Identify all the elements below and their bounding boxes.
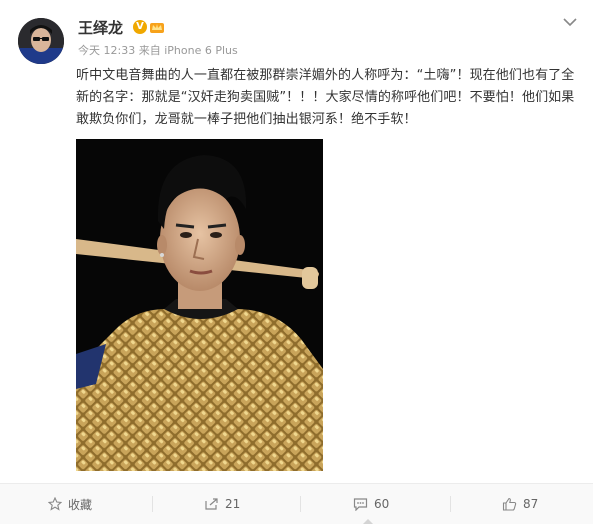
crown-icon (150, 23, 164, 33)
like-count: 87 (523, 497, 539, 511)
like-button[interactable]: 87 (502, 484, 538, 524)
favorite-label: 收藏 (68, 497, 93, 512)
like-icon (502, 497, 517, 511)
comment-icon (353, 498, 368, 511)
comment-active-indicator (362, 519, 374, 524)
timestamp[interactable]: 今天 12:33 (78, 44, 135, 57)
comment-button[interactable]: 60 (353, 484, 389, 524)
favorite-button[interactable]: 收藏 (48, 484, 92, 524)
source-prefix: 来自 (138, 44, 161, 57)
post-meta: 今天 12:33 来自 iPhone 6 Plus (78, 44, 238, 58)
post-image[interactable] (76, 139, 323, 471)
repost-count: 21 (225, 497, 241, 511)
source-device: iPhone 6 Plus (164, 44, 238, 57)
divider (300, 496, 301, 512)
weibo-post: 王绎龙 V 今天 12:33 来自 iPhone 6 Plus 听中文电音舞曲的… (0, 0, 593, 524)
comment-count: 60 (374, 497, 390, 511)
chevron-down-icon[interactable] (562, 16, 578, 28)
post-text: 听中文电音舞曲的人一直都在被那群崇洋媚外的人称呼为：“土嗨”！现在他们也有了全新… (76, 68, 575, 127)
divider (450, 496, 451, 512)
divider (152, 496, 153, 512)
star-icon (48, 497, 62, 511)
repost-button[interactable]: 21 (204, 484, 240, 524)
avatar[interactable] (18, 18, 64, 64)
verified-badge: V (133, 20, 147, 34)
username[interactable]: 王绎龙 (78, 18, 123, 38)
action-bar: 收藏 21 60 87 (0, 483, 593, 524)
repost-icon (205, 498, 218, 510)
